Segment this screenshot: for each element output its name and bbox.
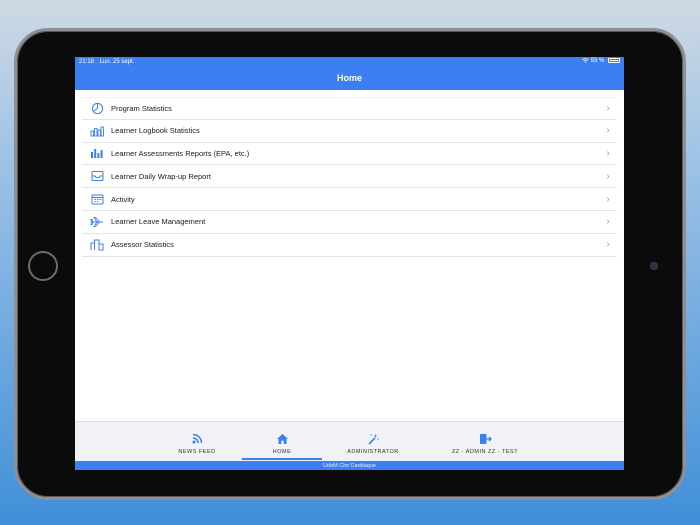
camera-icon [651, 263, 657, 269]
menu-item-activity[interactable]: Activity › [82, 188, 617, 211]
menu-item-assessor-statistics[interactable]: Assessor Statistics › [82, 234, 617, 257]
exit-icon [479, 432, 492, 446]
status-time: 21:18 [79, 58, 95, 65]
menu-item-label: Learner Leave Management [111, 217, 206, 227]
columns-icon [89, 238, 105, 252]
menu-item-learner-assessments-reports[interactable]: Learner Assessments Reports (EPA, etc.) … [82, 143, 617, 166]
tab-zz-admin-test[interactable]: ZZ - ADMIN ZZ - TEST [435, 426, 535, 460]
home-hardware-button[interactable] [28, 251, 58, 281]
footer-text: UdeM Chx Cardiaque [323, 462, 376, 469]
page-title: Home [336, 73, 362, 83]
nav-bar: Home [75, 66, 624, 90]
home-icon [276, 432, 289, 446]
app-screen: 21:18 Lun. 25 sept. 93 % Home Program St… [75, 57, 624, 470]
menu-item-learner-logbook-statistics[interactable]: Learner Logbook Statistics › [82, 120, 617, 143]
inbox-icon [89, 169, 105, 183]
plane-icon [89, 215, 105, 229]
menu-item-label: Program Statistics [111, 103, 172, 113]
tab-label: ADMINISTRATOR [347, 448, 399, 455]
tab-label: NEWS FEED [178, 448, 216, 455]
pie-chart-icon [89, 101, 105, 115]
status-date: Lun. 25 sept. [99, 58, 135, 65]
chevron-right-icon: › [606, 216, 610, 228]
chevron-right-icon: › [606, 102, 610, 114]
menu-item-label: Learner Logbook Statistics [111, 126, 200, 136]
menu-item-learner-daily-wrap-up-report[interactable]: Learner Daily Wrap-up Report › [82, 165, 617, 189]
menu-item-program-statistics[interactable]: Program Statistics › [82, 97, 617, 120]
chevron-right-icon: › [606, 193, 610, 205]
tab-news-feed[interactable]: NEWS FEED [171, 426, 223, 460]
bar-chart-icon [89, 124, 105, 138]
rss-icon [192, 432, 203, 446]
magic-wand-icon [367, 432, 379, 446]
status-bar: 21:18 Lun. 25 sept. 93 % [75, 57, 624, 66]
calendar-icon [89, 192, 105, 206]
tab-label: HOME [272, 448, 292, 455]
battery-percent: 93 % [590, 58, 605, 65]
menu-item-learner-leave-management[interactable]: Learner Leave Management › [82, 211, 617, 234]
chevron-right-icon: › [606, 170, 610, 182]
bar-chart-icon [89, 146, 105, 160]
menu-item-label: Learner Assessments Reports (EPA, etc.) [111, 148, 250, 158]
tab-home[interactable]: HOME [242, 426, 322, 460]
tab-label: ZZ - ADMIN ZZ - TEST [451, 448, 519, 455]
battery-icon [608, 58, 620, 64]
tab-administrator[interactable]: ADMINISTRATOR [341, 426, 405, 460]
menu-list: Program Statistics › Learner Logbook Sta… [75, 97, 624, 257]
chevron-right-icon: › [606, 147, 610, 159]
tab-bar: NEWS FEED HOME ADMINISTRATOR ZZ - ADMIN … [75, 421, 624, 461]
menu-item-label: Assessor Statistics [111, 240, 174, 250]
chevron-right-icon: › [606, 239, 610, 251]
wifi-icon [582, 58, 589, 64]
menu-item-label: Learner Daily Wrap-up Report [111, 171, 211, 181]
chevron-right-icon: › [606, 125, 610, 137]
footer-bar: UdeM Chx Cardiaque [75, 461, 624, 470]
menu-item-label: Activity [111, 194, 135, 204]
